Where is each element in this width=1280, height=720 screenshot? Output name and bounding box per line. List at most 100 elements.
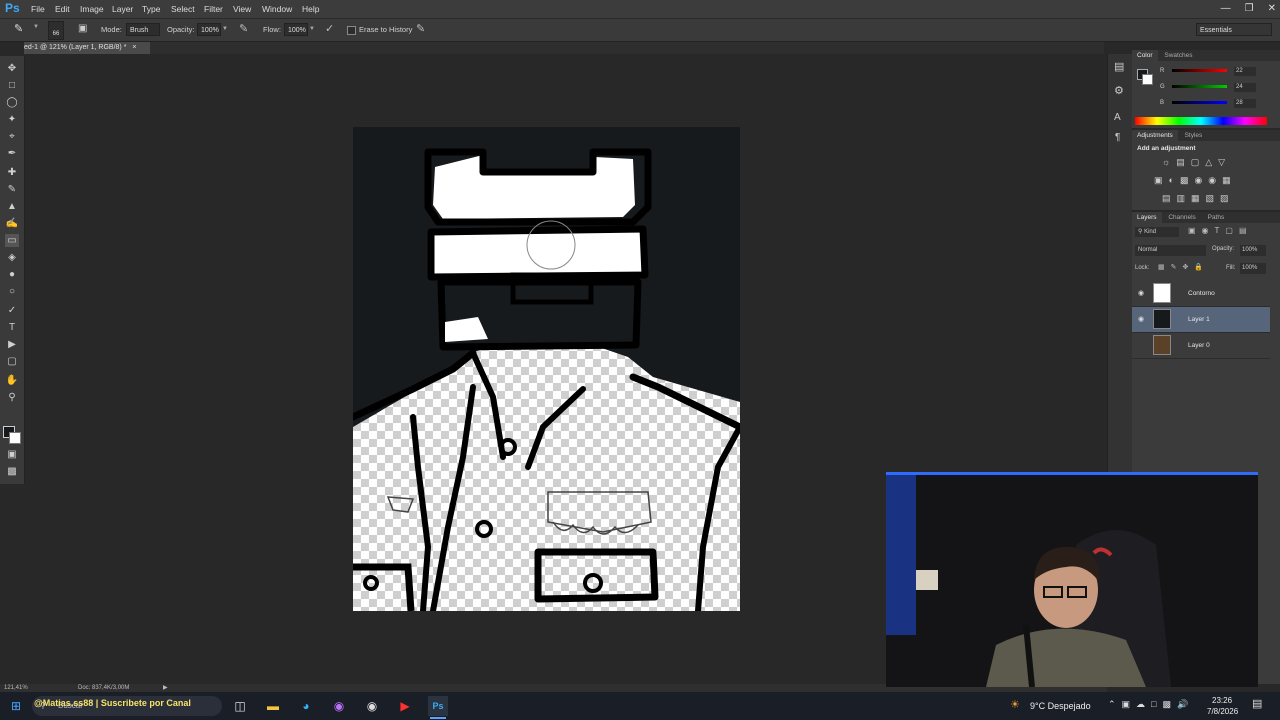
clock-date[interactable]: 7/8/2026 <box>1207 707 1238 716</box>
opacity-field[interactable]: 100% <box>197 23 221 36</box>
notification-icon[interactable]: ▤ <box>1252 697 1262 710</box>
pressure-size-icon[interactable]: ✎ <box>416 22 425 35</box>
eyedropper-tool-icon[interactable]: ✒ <box>5 147 19 160</box>
character-panel-icon[interactable]: A <box>1114 112 1121 123</box>
tab-styles[interactable]: Styles <box>1180 130 1208 141</box>
eraser-tool-preset-icon[interactable]: ✎ <box>14 22 23 35</box>
g-slider[interactable] <box>1172 85 1227 88</box>
visibility-eye-icon[interactable]: ◉ <box>1138 315 1147 324</box>
paint-bucket-tool-icon[interactable]: ◈ <box>5 251 19 264</box>
b-slider[interactable] <box>1172 101 1227 104</box>
menu-filter[interactable]: Filter <box>204 0 223 18</box>
hand-tool-icon[interactable]: ✋ <box>5 374 19 387</box>
move-tool-icon[interactable]: ✥ <box>5 62 19 75</box>
menu-edit[interactable]: Edit <box>55 0 70 18</box>
background-swatch[interactable] <box>1142 74 1153 85</box>
media-player-icon[interactable]: ▶ <box>395 696 415 716</box>
weather-icon[interactable]: ☀ <box>1010 698 1020 711</box>
menu-help[interactable]: Help <box>302 0 319 18</box>
visibility-toggle-empty[interactable] <box>1138 341 1147 350</box>
history-panel-icon[interactable]: ▤ <box>1114 60 1124 73</box>
search-box[interactable]: ⚲ Buscar @Matias.ss88 | Suscribete por C… <box>32 696 222 716</box>
photoshop-taskbar-icon[interactable]: Ps <box>428 696 448 716</box>
history-brush-tool-icon[interactable]: ✍ <box>5 217 19 230</box>
background-color-swatch[interactable] <box>9 432 21 444</box>
restore-icon[interactable]: ❐ <box>1245 0 1254 18</box>
menu-window[interactable]: Window <box>262 0 292 18</box>
menu-image[interactable]: Image <box>80 0 104 18</box>
r-slider[interactable] <box>1172 69 1227 72</box>
layer-row-contorno[interactable]: ◉ Contorno <box>1132 281 1270 307</box>
layer-filter-kind[interactable]: ⚲ Kind <box>1135 227 1179 237</box>
b-value[interactable]: 28 <box>1234 99 1256 108</box>
windows-start-icon[interactable]: ⊞ <box>6 696 26 716</box>
adjustment-icons-row-3[interactable]: ▤▥▦▧▨ <box>1162 193 1235 204</box>
chevron-down-icon[interactable]: ▼ <box>309 26 315 32</box>
adjustment-icons-row-1[interactable]: ☼▤▢△▽ <box>1162 157 1231 168</box>
clone-stamp-tool-icon[interactable]: ▲ <box>5 200 19 213</box>
menu-select[interactable]: Select <box>171 0 195 18</box>
menu-file[interactable]: File <box>31 0 45 18</box>
discord-icon[interactable]: ◉ <box>329 696 349 716</box>
weather-text[interactable]: 9°C Despejado <box>1030 701 1091 711</box>
layer-filter-icons[interactable]: ▣◉T▢▤ <box>1188 226 1253 235</box>
blend-mode-select[interactable]: Normal <box>1135 245 1206 256</box>
paragraph-panel-icon[interactable]: ¶ <box>1115 132 1120 143</box>
quick-mask-icon[interactable]: ▣ <box>5 448 19 461</box>
marquee-tool-icon[interactable]: □ <box>5 79 19 92</box>
healing-brush-tool-icon[interactable]: ✚ <box>5 166 19 179</box>
adjustment-icons-row-2[interactable]: ▣◐▩◉◉▦ <box>1154 175 1237 186</box>
type-tool-icon[interactable]: T <box>5 321 19 334</box>
system-tray-icons[interactable]: ⌃▣☁□▩🔊 <box>1108 699 1194 710</box>
crop-tool-icon[interactable]: ⌖ <box>5 130 19 143</box>
brush-panel-icon[interactable]: ▣ <box>78 23 87 34</box>
edge-icon[interactable]: ◕ <box>296 696 316 716</box>
menu-view[interactable]: View <box>233 0 251 18</box>
lock-icons[interactable]: ▦✎✥🔒 <box>1158 263 1209 271</box>
pressure-opacity-icon[interactable]: ✎ <box>239 22 248 35</box>
quick-selection-tool-icon[interactable]: ✦ <box>5 113 19 126</box>
brush-size-preview[interactable]: 66 <box>48 21 64 40</box>
flow-field[interactable]: 100% <box>284 23 308 36</box>
clock-time[interactable]: 23:26 <box>1212 696 1232 705</box>
workspace-switcher[interactable]: Essentials <box>1196 23 1272 36</box>
erase-to-history-checkbox[interactable] <box>347 26 356 35</box>
fill-field[interactable]: 100% <box>1240 263 1266 274</box>
dodge-tool-icon[interactable]: ○ <box>5 285 19 298</box>
menu-type[interactable]: Type <box>142 0 160 18</box>
r-value[interactable]: 22 <box>1234 67 1256 76</box>
layer-row-layer-1[interactable]: ◉ Layer 1 <box>1132 307 1270 333</box>
tab-layers[interactable]: Layers <box>1132 212 1162 223</box>
color-spectrum-ramp[interactable] <box>1135 117 1267 125</box>
lasso-tool-icon[interactable]: ◯ <box>5 96 19 109</box>
layer-row-layer-0[interactable]: Layer 0 <box>1132 333 1270 359</box>
chevron-down-icon[interactable]: ▼ <box>222 26 228 32</box>
chevron-down-icon[interactable]: ▼ <box>33 24 39 30</box>
zoom-level[interactable]: 121,41% <box>4 684 28 692</box>
airbrush-icon[interactable]: ✓ <box>325 22 334 35</box>
path-selection-tool-icon[interactable]: ▶ <box>5 338 19 351</box>
brush-tool-icon[interactable]: ✎ <box>5 183 19 196</box>
properties-panel-icon[interactable]: ⚙ <box>1114 84 1124 97</box>
close-icon[interactable]: ✕ <box>1268 0 1276 18</box>
rectangle-tool-icon[interactable]: ▢ <box>5 355 19 368</box>
layer-opacity-field[interactable]: 100% <box>1240 245 1266 256</box>
g-value[interactable]: 24 <box>1234 83 1256 92</box>
screen-mode-icon[interactable]: ▩ <box>5 465 19 478</box>
tab-channels[interactable]: Channels <box>1163 212 1200 223</box>
photoshop-logo[interactable]: Ps <box>5 1 21 16</box>
visibility-eye-icon[interactable]: ◉ <box>1138 289 1147 298</box>
pen-tool-icon[interactable]: ✓ <box>5 304 19 317</box>
status-arrow-icon[interactable]: ▶ <box>163 684 168 692</box>
document-tab[interactable]: ed-1 @ 121% (Layer 1, RGB/8) * × <box>24 42 150 54</box>
tab-color[interactable]: Color <box>1132 50 1158 61</box>
task-view-icon[interactable]: ◫ <box>230 696 250 716</box>
minimize-icon[interactable]: — <box>1221 0 1231 18</box>
file-explorer-icon[interactable]: ▬ <box>263 696 283 716</box>
blur-tool-icon[interactable]: ● <box>5 268 19 281</box>
zoom-tool-icon[interactable]: ⚲ <box>5 391 19 404</box>
close-tab-icon[interactable]: × <box>132 44 136 51</box>
obs-icon[interactable]: ◉ <box>362 696 382 716</box>
eraser-tool-icon[interactable]: ▭ <box>5 234 19 247</box>
mode-select[interactable]: Brush <box>126 23 160 36</box>
